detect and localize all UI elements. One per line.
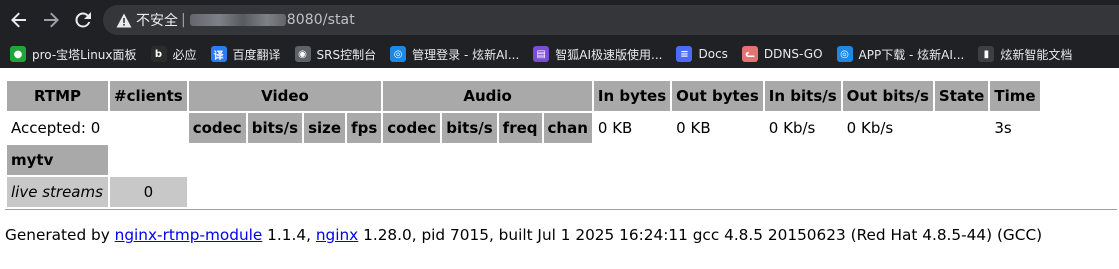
video-header: Video [188,81,382,111]
document-icon: ▤ [533,46,550,62]
out-bits-value: 0 Kb/s [846,119,894,137]
docs-icon: ≡ [676,46,693,62]
bing-icon: b [150,46,167,62]
audio-freq-header: freq [498,113,542,143]
bookmark-item[interactable]: ≡ Docs [676,46,728,62]
video-codec-header: codec [188,113,246,143]
bookmark-label: 炫新智能文档 [1000,47,1073,62]
accepted-count: Accepted: 0 [11,119,101,137]
rtmp-stat-table: RTMP #clients Video Audio In bytes Out b… [5,79,1042,209]
clients-header: #clients [110,81,187,111]
security-status[interactable]: 不安全 [136,10,178,30]
audio-chan-header: chan [543,113,592,143]
footer: Generated by nginx-rtmp-module 1.1.4, ng… [5,226,1042,244]
rtmp-header: RTMP [7,81,108,111]
nginx-link[interactable]: nginx [316,226,358,244]
bookmark-label: pro-宝塔Linux面板 [32,47,137,62]
bookmark-label: APP下载 - 炫新AI... [858,47,965,62]
state-header: State [934,81,989,111]
warning-icon[interactable] [115,11,133,29]
app-name: mytv [7,145,108,175]
app-icon: ◎ [390,46,407,62]
cat-icon: ᓚ [741,46,758,62]
in-bits-value: 0 Kb/s [768,119,816,137]
bookmark-item[interactable]: ◉ SRS控制台 [294,46,377,63]
live-streams-count: 0 [110,177,187,207]
time-value: 3s [994,119,1012,137]
build-info: 1.28.0, pid 7015, built Jul 1 2025 16:24… [358,226,1043,244]
bookmark-label: SRS控制台 [316,47,377,62]
bookmark-label: 百度翻译 [232,47,281,62]
reload-icon [75,12,91,28]
baota-icon: ● [10,46,26,62]
in-bytes-value: 0 KB [597,119,633,137]
audio-bitrate-header: bits/s [442,113,497,143]
clients-cell [110,113,187,143]
bookmark-item[interactable]: ● pro-宝塔Linux面板 [10,46,137,63]
forward-button[interactable] [41,10,61,30]
book-icon: ▮ [978,46,995,62]
time-header: Time [990,81,1040,111]
bookmark-label: DDNS-GO [763,47,823,61]
back-button[interactable] [9,10,29,30]
redacted-host [189,14,286,26]
bookmark-label: 必应 [172,47,197,62]
bookmark-item[interactable]: 译百度翻译 [210,46,281,63]
bookmark-item[interactable]: ᓚ DDNS-GO [741,46,823,62]
translate-icon: 译 [210,46,227,62]
state-value [935,113,988,143]
browser-chrome: 不安全 | 8080/stat ● pro-宝塔Linux面板 b 必应译百度翻译 ◉ S… [0,0,1119,68]
bookmark-item[interactable]: ▤ 智狐AI极速版使用... [533,46,662,63]
bookmark-label: 管理登录 - 炫新AI... [412,47,520,62]
live-streams-row: live streams 0 [7,177,1040,207]
in-bytes-header: In bytes [593,81,671,111]
video-size-header: size [304,113,346,143]
out-bits-header: Out bits/s [842,81,933,111]
arrow-left-icon [11,12,26,28]
out-bytes-value: 0 KB [676,119,711,137]
arrow-right-icon [44,12,59,28]
bookmarks-bar: ● pro-宝塔Linux面板 b 必应译百度翻译 ◉ SRS控制台 ◎ 管理登录 - 炫新A… [0,40,1119,68]
url-separator: | [181,12,186,28]
bookmark-item[interactable]: b 必应 [150,46,197,63]
url-text[interactable]: 8080/stat [287,12,355,28]
bookmark-item[interactable]: ▮ 炫新智能文档 [978,46,1072,63]
module-version: 1.1.4, [262,226,316,244]
audio-codec-header: codec [383,113,441,143]
footer-prefix: Generated by [5,226,115,244]
bookmark-item[interactable]: ◎ 管理登录 - 炫新AI... [390,46,519,63]
bookmark-item[interactable]: ◎ APP下载 - 炫新AI... [836,46,965,63]
out-bytes-header: Out bytes [672,81,763,111]
video-bitrate-header: bits/s [247,113,303,143]
header-row: RTMP #clients Video Audio In bytes Out b… [7,81,1040,111]
server-row: Accepted: 0 codec bits/s size fps codec … [7,113,1040,143]
video-fps-header: fps [347,113,382,143]
address-bar[interactable]: 不安全 | 8080/stat [103,5,1119,35]
audio-header: Audio [383,81,592,111]
globe-icon: ◉ [294,46,311,62]
footer-divider [5,209,1117,210]
stat-page: RTMP #clients Video Audio In bytes Out b… [0,68,1119,244]
app-icon: ◎ [836,46,853,62]
browser-toolbar: 不安全 | 8080/stat [0,0,1119,40]
bookmark-label: Docs [698,47,728,61]
app-row: mytv [7,145,1040,175]
nginx-rtmp-module-link[interactable]: nginx-rtmp-module [115,226,263,244]
in-bits-header: In bits/s [764,81,841,111]
reload-button[interactable] [73,10,93,30]
bookmark-label: 智狐AI极速版使用... [555,47,663,62]
live-streams-label: live streams [7,177,108,207]
